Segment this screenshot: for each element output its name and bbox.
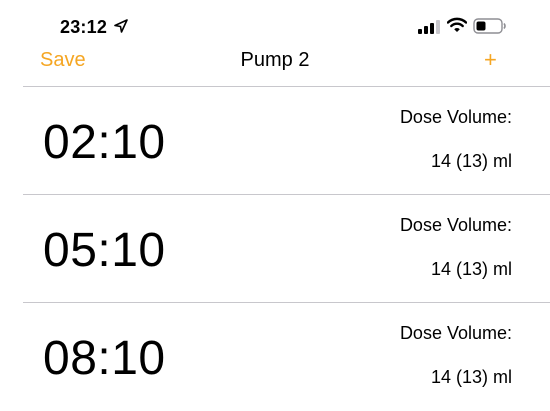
screen: 23:12 Save Pump 2 + 02:10 Dose Volume: 1… [0,0,550,411]
dose-volume-value: 14 (13) ml [430,151,512,171]
dose-volume-value: 14 (13) ml [430,259,512,279]
status-bar: 23:12 [0,0,550,44]
dose-row[interactable]: 05:10 Dose Volume: 14 (13) ml [0,195,550,303]
dose-row[interactable]: 08:10 Dose Volume: 14 (13) ml [0,303,550,411]
battery-icon [473,18,506,34]
location-arrow-icon [114,19,128,33]
dose-time: 08:10 [43,332,166,385]
page-title: Pump 2 [240,49,310,71]
cellular-signal-icon [418,20,440,34]
wifi-icon [447,17,467,32]
status-time: 23:12 [60,17,108,37]
dose-volume-label: Dose Volume: [399,323,512,343]
navigation-bar: Save Pump 2 + [0,44,550,86]
dose-row[interactable]: 02:10 Dose Volume: 14 (13) ml [0,87,550,195]
dose-volume-label: Dose Volume: [399,215,512,235]
dose-time: 02:10 [43,116,166,169]
dose-volume-value: 14 (13) ml [430,367,512,387]
dose-time: 05:10 [43,224,166,277]
dose-volume-label: Dose Volume: [399,107,512,127]
add-dose-button[interactable]: + [484,47,497,73]
